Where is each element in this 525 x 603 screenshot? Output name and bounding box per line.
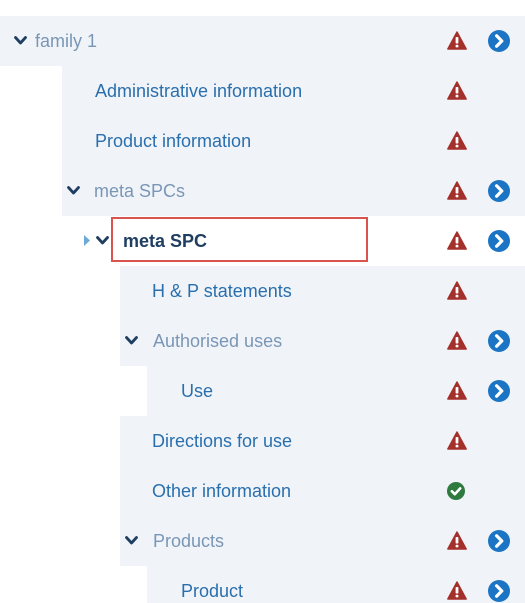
caret-right-icon[interactable] xyxy=(83,234,91,247)
chevron-down-icon[interactable] xyxy=(13,33,28,48)
warning-triangle-icon xyxy=(447,31,467,50)
chevron-circle-right-icon[interactable] xyxy=(488,330,510,352)
chevron-down-icon[interactable] xyxy=(124,533,139,548)
tree-node-product-information[interactable]: Product information xyxy=(0,116,525,166)
tree-node-product[interactable]: Product xyxy=(0,566,525,603)
warning-triangle-icon xyxy=(447,331,467,350)
tree-node-use[interactable]: Use xyxy=(0,366,525,416)
tree-node-label[interactable]: Use xyxy=(181,366,213,416)
chevron-circle-right-icon[interactable] xyxy=(488,180,510,202)
tree-node-authorised-uses[interactable]: Authorised uses xyxy=(0,316,525,366)
tree-node-family-1[interactable]: family 1 xyxy=(0,16,525,66)
tree-node-administrative-information[interactable]: Administrative information xyxy=(0,66,525,116)
chevron-down-icon[interactable] xyxy=(95,233,110,248)
warning-triangle-icon xyxy=(447,431,467,450)
warning-triangle-icon xyxy=(447,381,467,400)
tree-node-hp-statements[interactable]: H & P statements xyxy=(0,266,525,316)
tree-node-label: Authorised uses xyxy=(153,331,283,351)
chevron-circle-right-icon[interactable] xyxy=(488,380,510,402)
tree-node-label[interactable]: Product xyxy=(181,566,243,603)
chevron-circle-right-icon[interactable] xyxy=(488,580,510,602)
tree-node-label: Products xyxy=(153,531,225,551)
tree-node-other-information[interactable]: Other information xyxy=(0,466,525,516)
tree-node-label[interactable]: Directions for use xyxy=(152,416,292,466)
tree-node-label[interactable]: Other information xyxy=(152,466,291,516)
tree-node-label[interactable]: Product information xyxy=(95,116,251,166)
chevron-down-icon[interactable] xyxy=(66,183,81,198)
warning-triangle-icon xyxy=(447,281,467,300)
tree-node-meta-spcs[interactable]: meta SPCs xyxy=(0,166,525,216)
tree-node-directions-for-use[interactable]: Directions for use xyxy=(0,416,525,466)
warning-triangle-icon xyxy=(447,81,467,100)
warning-triangle-icon xyxy=(447,181,467,200)
check-circle-icon xyxy=(447,482,465,500)
warning-triangle-icon xyxy=(447,531,467,550)
warning-triangle-icon xyxy=(447,131,467,150)
chevron-circle-right-icon[interactable] xyxy=(488,230,510,252)
selection-highlight xyxy=(111,217,368,262)
tree-node-label[interactable]: Administrative information xyxy=(95,66,302,116)
chevron-down-icon[interactable] xyxy=(124,333,139,348)
tree-node-label[interactable]: H & P statements xyxy=(152,266,292,316)
warning-triangle-icon xyxy=(447,231,467,250)
navigation-tree: family 1 Administrative information Prod… xyxy=(0,0,525,603)
chevron-circle-right-icon[interactable] xyxy=(488,30,510,52)
tree-node-label: family 1 xyxy=(35,31,98,51)
tree-node-products[interactable]: Products xyxy=(0,516,525,566)
chevron-circle-right-icon[interactable] xyxy=(488,530,510,552)
tree-node-label: meta SPCs xyxy=(94,181,186,201)
warning-triangle-icon xyxy=(447,581,467,600)
